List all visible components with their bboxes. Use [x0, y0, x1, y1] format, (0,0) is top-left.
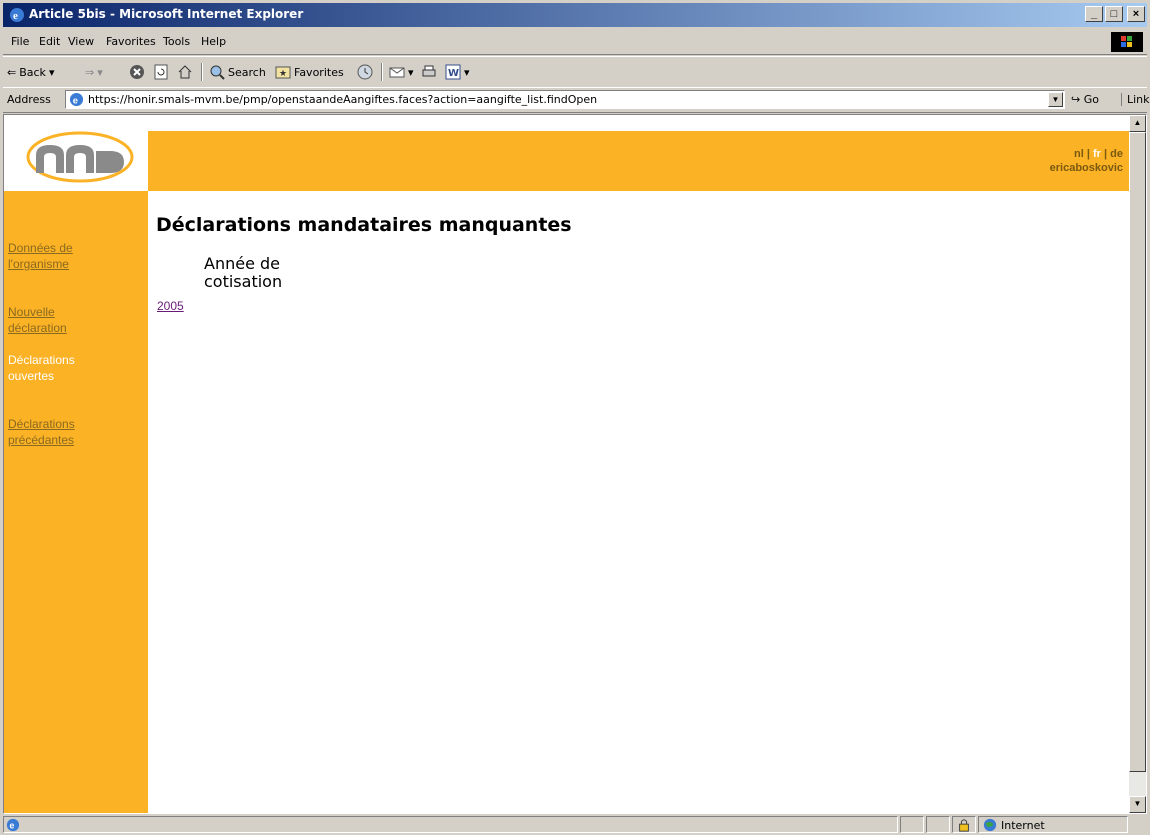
- page-title: Déclarations mandataires manquantes: [156, 214, 572, 236]
- search-button[interactable]: Search: [209, 62, 266, 82]
- page-icon: e: [69, 92, 84, 107]
- lang-separator: |: [1086, 148, 1090, 160]
- lock-cell: [952, 816, 976, 833]
- search-icon: [210, 65, 225, 80]
- back-button[interactable]: ⇐ Back ▾: [7, 62, 54, 82]
- history-icon: [357, 64, 373, 80]
- globe-icon: [983, 818, 997, 832]
- home-icon: [178, 65, 192, 79]
- refresh-icon: [154, 64, 168, 80]
- header-bar: nl | fr | de ericaboskovic: [148, 131, 1131, 191]
- sidebar: Données de l'organisme Nouvelle déclaratio…: [4, 191, 148, 813]
- scroll-thumb[interactable]: [1129, 132, 1146, 772]
- go-label: Go: [1083, 93, 1099, 106]
- back-label: Back: [19, 65, 46, 79]
- status-cell: [900, 816, 924, 833]
- zone-cell: Internet: [978, 816, 1128, 833]
- browser-window: e Article 5bis - Microsoft Internet Expl…: [0, 0, 1150, 835]
- lang-separator: |: [1104, 148, 1108, 160]
- svg-text:e: e: [10, 821, 15, 831]
- close-button[interactable]: ×: [1127, 6, 1145, 22]
- print-icon: [422, 65, 436, 77]
- maximize-button[interactable]: □: [1105, 6, 1123, 22]
- edit-word-button[interactable]: W ▾: [445, 62, 470, 82]
- svg-text:e: e: [13, 10, 18, 22]
- links-button[interactable]: Links: [1121, 93, 1150, 106]
- status-message: e: [3, 816, 898, 833]
- stop-icon: [130, 65, 144, 79]
- security-zone: Internet: [1001, 819, 1045, 832]
- favorites-button[interactable]: ★ Favorites: [275, 62, 344, 82]
- lang-fr-current: fr: [1093, 148, 1101, 160]
- search-label: Search: [228, 65, 266, 79]
- window-title: Article 5bis - Microsoft Internet Explor…: [29, 7, 304, 21]
- windows-logo-icon: [1111, 32, 1143, 52]
- menu-file[interactable]: File: [11, 35, 29, 48]
- home-button[interactable]: [177, 62, 193, 82]
- dropdown-arrow-icon: ▾: [408, 65, 414, 79]
- address-label: Address: [7, 93, 51, 106]
- lang-nl-link[interactable]: nl: [1074, 148, 1084, 160]
- menu-tools[interactable]: Tools: [163, 35, 190, 48]
- nav-donnees-organisme[interactable]: Données de l'organisme: [8, 240, 138, 272]
- history-button[interactable]: [357, 62, 373, 82]
- minimize-button[interactable]: _: [1085, 6, 1103, 22]
- page-status-icon: e: [6, 818, 20, 832]
- dropdown-arrow-icon: ▾: [97, 65, 103, 79]
- address-url: https://honir.smals-mvm.be/pmp/openstaan…: [88, 93, 598, 106]
- status-bar: e Internet: [3, 815, 1147, 833]
- column-header-annee: Année de cotisation: [204, 254, 283, 291]
- toolbar: ⇐ Back ▾ ⇒ ▾ Search ★ Favorites ▾ W ▾: [3, 56, 1147, 88]
- page-viewport: nl | fr | de ericaboskovic Données de l'o…: [3, 114, 1147, 814]
- favorites-label: Favorites: [294, 65, 344, 79]
- back-arrow-icon: ⇐: [7, 65, 17, 79]
- favorites-icon: ★: [275, 66, 291, 79]
- lang-de-link[interactable]: de: [1110, 148, 1123, 160]
- username: ericaboskovic: [1049, 162, 1123, 174]
- svg-text:★: ★: [279, 69, 287, 79]
- menu-favorites[interactable]: Favorites: [106, 35, 156, 48]
- status-cell: [926, 816, 950, 833]
- address-bar: Address e https://honir.smals-mvm.be/pmp…: [3, 87, 1150, 113]
- menu-view[interactable]: View: [68, 35, 94, 48]
- go-arrow-icon: ↪: [1071, 93, 1081, 106]
- vertical-scrollbar[interactable]: ▲ ▼: [1129, 115, 1146, 813]
- go-button[interactable]: ↪ Go: [1071, 93, 1099, 106]
- scroll-down-button[interactable]: ▼: [1129, 796, 1146, 813]
- svg-text:W: W: [448, 68, 459, 79]
- lock-icon: [959, 819, 969, 832]
- smals-logo: [26, 131, 134, 183]
- year-link[interactable]: 2005: [157, 299, 184, 313]
- forward-button[interactable]: ⇒ ▾: [85, 62, 103, 82]
- print-button[interactable]: [421, 62, 437, 82]
- stop-button[interactable]: [129, 62, 145, 82]
- mail-icon: [389, 67, 405, 78]
- forward-arrow-icon: ⇒: [85, 65, 95, 79]
- dropdown-arrow-icon: ▾: [48, 65, 55, 79]
- language-switcher: nl | fr | de ericaboskovic: [1050, 147, 1123, 175]
- dropdown-arrow-icon: ▾: [464, 65, 470, 79]
- refresh-button[interactable]: [153, 62, 169, 82]
- word-icon: W: [445, 64, 461, 80]
- nav-declarations-ouvertes: Déclarations ouvertes: [8, 353, 75, 383]
- menu-help[interactable]: Help: [201, 35, 226, 48]
- logo-area: [4, 115, 148, 191]
- address-dropdown-button[interactable]: ▼: [1048, 92, 1063, 107]
- scroll-up-button[interactable]: ▲: [1129, 115, 1146, 132]
- menu-bar: File Edit View Favorites Tools Help: [3, 30, 1147, 55]
- internet-explorer-icon: e: [10, 8, 24, 22]
- nav-declarations-precedantes[interactable]: Déclarations précédantes: [8, 416, 138, 448]
- menu-edit[interactable]: Edit: [39, 35, 60, 48]
- mail-button[interactable]: ▾: [389, 62, 414, 82]
- svg-text:e: e: [73, 95, 78, 105]
- address-input[interactable]: e https://honir.smals-mvm.be/pmp/opensta…: [65, 90, 1065, 109]
- title-bar: e Article 5bis - Microsoft Internet Expl…: [3, 3, 1147, 27]
- nav-nouvelle-declaration[interactable]: Nouvelle déclaration: [8, 304, 138, 336]
